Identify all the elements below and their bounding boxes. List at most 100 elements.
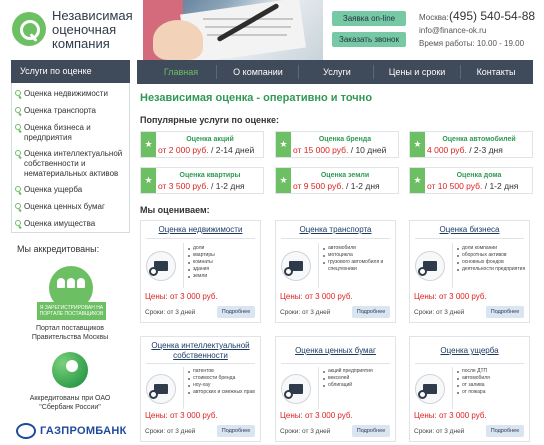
- nav-item-prices[interactable]: Цены и сроки: [378, 60, 456, 84]
- more-button[interactable]: Подробнее: [352, 425, 390, 437]
- nav-item-services[interactable]: Услуги: [305, 60, 369, 84]
- nav-divider: [460, 65, 461, 79]
- supplier-portal-caption: Портал поставщиков Правительства Москвы: [31, 325, 109, 341]
- service-card-term: Сроки: от 3 дней: [280, 309, 331, 316]
- sidebar-item-label: Оценка ценных бумаг: [24, 202, 105, 211]
- service-card-term: Сроки: от 3 дней: [280, 428, 331, 435]
- service-card-price: Цены: от 3 000 руб.: [145, 292, 218, 301]
- list-item: грузового автомобиля и спецтехники: [323, 259, 392, 273]
- popular-tile-title: Оценка акций: [186, 136, 234, 143]
- logo-icon[interactable]: [12, 12, 46, 46]
- sidebar-item-ip[interactable]: Оценка интеллектуальной собственности и …: [15, 149, 127, 179]
- nav-divider: [298, 65, 299, 79]
- sidebar-item-label: Оценка интеллектуальной собственности и …: [24, 149, 123, 178]
- popular-tile-term: / 2-14 дней: [208, 145, 255, 155]
- list-item: доли компании: [457, 245, 526, 252]
- service-card-title[interactable]: Оценка недвижимости: [144, 225, 257, 235]
- service-card-term: Сроки: от 3 дней: [414, 309, 465, 316]
- list-item: доли: [188, 245, 257, 252]
- sidebar-item-label: Оценка имущества: [24, 219, 96, 228]
- service-card-title[interactable]: Оценка бизнеса: [413, 225, 526, 235]
- list-item: квартиры: [188, 252, 257, 259]
- star-icon: ★: [410, 132, 425, 157]
- we-evaluate-heading: Мы оцениваем:: [140, 205, 210, 215]
- supplier-portal-badge: Я ЗАРЕГИСТРИРОВАН НА ПОРТАЛЕ ПОСТАВЩИКОВ: [37, 302, 106, 320]
- gazprombank-logo-icon: [16, 423, 36, 439]
- service-card-title[interactable]: Оценка ценных бумаг: [279, 346, 392, 356]
- service-card-term: Сроки: от 3 дней: [145, 428, 196, 435]
- star-icon: ★: [141, 132, 156, 157]
- popular-tile-price: от 3 500 руб.: [158, 181, 209, 191]
- list-item: облигаций: [323, 382, 392, 389]
- sberbank-logo[interactable]: [52, 352, 88, 388]
- popular-tile-title: Оценка бренда: [318, 136, 372, 143]
- accredited-title: Мы аккредитованы:: [17, 244, 100, 254]
- sberbank-caption: Аккредитованы при ОАО "Сбербанк России": [29, 395, 111, 411]
- order-online-button[interactable]: Заявка on-line: [332, 11, 406, 26]
- service-card-title[interactable]: Оценка интеллектуальной собственности: [144, 341, 257, 361]
- popular-tile-term: / 1-2 дня: [482, 181, 519, 191]
- list-item: деятельности предприятия: [457, 266, 526, 273]
- list-item: мотоцикла: [323, 252, 392, 259]
- list-item: акций предприятия: [323, 368, 392, 375]
- popular-tile[interactable]: ★ Оценка земли от 9 500 руб. / 1-2 дня: [275, 167, 399, 194]
- sidebar-item-label: Оценка бизнеса и предприятия: [24, 123, 91, 142]
- service-card-realty: Оценка недвижимости доли квартиры комнат…: [140, 220, 261, 323]
- sidebar-item-securities[interactable]: Оценка ценных бумаг: [15, 202, 127, 212]
- more-button[interactable]: Подробнее: [486, 425, 524, 437]
- nav-divider: [373, 65, 374, 79]
- popular-tile-term: / 1-2 дня: [208, 181, 245, 191]
- sidebar-item-label: Оценка недвижимости: [24, 89, 108, 98]
- house-icon: [146, 251, 176, 281]
- service-card-title[interactable]: Оценка ущерба: [413, 346, 526, 356]
- request-call-button[interactable]: Заказать звонок: [332, 32, 406, 47]
- sidebar-item-property[interactable]: Оценка имущества: [15, 219, 127, 229]
- nav-item-about[interactable]: О компании: [222, 60, 294, 84]
- popular-tile-term: / 2-3 дня: [466, 145, 503, 155]
- popular-tile[interactable]: ★ Оценка бренда от 15 000 руб. / 10 дней: [275, 131, 399, 158]
- popular-tile-price: 4 000 руб.: [427, 145, 467, 155]
- popular-tile[interactable]: ★ Оценка автомобилей 4 000 руб. / 2-3 дн…: [409, 131, 533, 158]
- popular-tile[interactable]: ★ Оценка акций от 2 000 руб. / 2-14 дней: [140, 131, 264, 158]
- service-card-price: Цены: от 3 000 руб.: [414, 411, 487, 420]
- popular-tile-price: от 15 000 руб.: [293, 145, 349, 155]
- popular-services-heading: Популярные услуги по оценке:: [140, 115, 279, 125]
- more-button[interactable]: Подробнее: [217, 425, 255, 437]
- gazprombank-logo-text[interactable]: ГАЗПРОМБАНК: [40, 425, 127, 437]
- star-icon: ★: [410, 168, 425, 193]
- service-card-price: Цены: от 3 000 руб.: [280, 411, 353, 420]
- popular-tile-title: Оценка земли: [320, 172, 370, 179]
- list-item: стоимости бренда: [188, 375, 257, 382]
- sidebar-item-business[interactable]: Оценка бизнеса и предприятия: [15, 123, 127, 143]
- logo-line: оценочная: [52, 22, 117, 37]
- sidebar-item-transport[interactable]: Оценка транспорта: [15, 106, 127, 116]
- more-button[interactable]: Подробнее: [217, 306, 255, 318]
- list-item: от пожара: [457, 389, 526, 396]
- list-item: после ДТП: [457, 368, 526, 375]
- service-card-price: Цены: от 3 000 руб.: [414, 292, 487, 301]
- search-icon: [15, 107, 21, 113]
- contact-email[interactable]: info@finance-ok.ru: [419, 26, 486, 35]
- sidebar-item-realty[interactable]: Оценка недвижимости: [15, 89, 127, 99]
- more-button[interactable]: Подробнее: [352, 306, 390, 318]
- logo-text[interactable]: Независимая оценочная компания: [52, 9, 142, 51]
- sidebar-item-damage[interactable]: Оценка ущерба: [15, 185, 127, 195]
- list-item: автомобиля: [457, 375, 526, 382]
- nav-item-home[interactable]: Главная: [150, 60, 212, 84]
- nav-item-contacts[interactable]: Контакты: [465, 60, 527, 84]
- popular-tile-title: Оценка дома: [456, 172, 502, 179]
- contact-phone: (495) 540-54-88: [449, 9, 536, 23]
- truck-icon: [281, 251, 311, 281]
- more-button[interactable]: Подробнее: [486, 306, 524, 318]
- documents-icon: [281, 374, 311, 404]
- search-icon: [15, 203, 21, 209]
- popular-tile[interactable]: ★ Оценка квартиры от 3 500 руб. / 1-2 дн…: [140, 167, 264, 194]
- popular-tile-term: / 10 дней: [348, 145, 387, 155]
- list-item: земли: [188, 273, 257, 280]
- service-card-term: Сроки: от 3 дней: [145, 309, 196, 316]
- sidebar-item-label: Оценка транспорта: [24, 106, 96, 115]
- popular-tile-price: от 9 500 руб.: [293, 181, 344, 191]
- popular-tile-title: Оценка автомобилей: [442, 136, 516, 143]
- popular-tile[interactable]: ★ Оценка дома от 10 500 руб. / 1-2 дня: [409, 167, 533, 194]
- service-card-title[interactable]: Оценка транспорта: [279, 225, 392, 235]
